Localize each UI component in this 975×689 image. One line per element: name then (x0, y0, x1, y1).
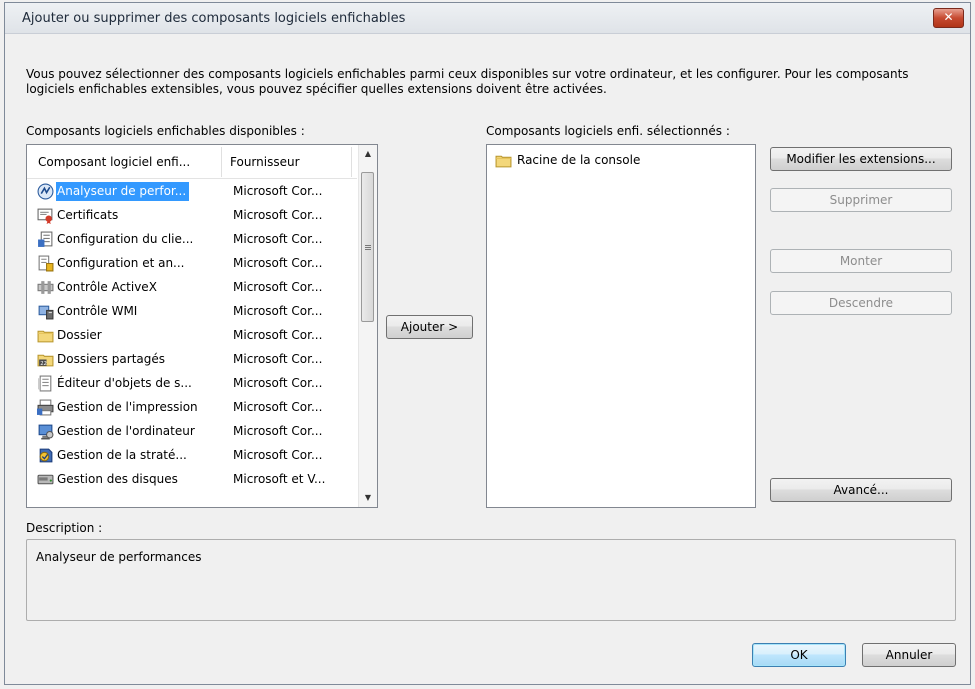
item-name: Configuration du clie... (57, 232, 194, 246)
list-item[interactable]: Contrôle ActiveX Microsoft Cor... (29, 276, 357, 300)
item-name: Certificats (57, 208, 119, 222)
close-icon: ✕ (943, 10, 954, 24)
list-item[interactable]: Configuration et an... Microsoft Cor... (29, 252, 357, 276)
item-name: Gestion de la straté... (57, 448, 187, 462)
add-button[interactable]: Ajouter > (386, 315, 473, 339)
wmi-icon (37, 303, 54, 320)
list-item[interactable]: Configuration du clie... Microsoft Cor... (29, 228, 357, 252)
list-item[interactable]: Éditeur d'objets de s... Microsoft Cor... (29, 372, 357, 396)
item-provider: Microsoft Cor... (233, 280, 323, 294)
list-header: Composant logiciel enfi... Fournisseur (27, 145, 357, 179)
policy-management-icon (37, 447, 54, 464)
item-provider: Microsoft Cor... (233, 400, 323, 414)
client-config-icon (37, 231, 54, 248)
scroll-grip-icon (365, 245, 371, 246)
policy-editor-icon (37, 375, 54, 392)
item-provider: Microsoft Cor... (233, 352, 323, 366)
security-config-icon (37, 255, 54, 272)
edit-extensions-button[interactable]: Modifier les extensions... (770, 147, 952, 171)
move-down-button[interactable]: Descendre (770, 291, 952, 315)
item-provider: Microsoft Cor... (233, 184, 323, 198)
item-name: Gestion de l'ordinateur (57, 424, 195, 438)
list-item[interactable]: Gestion des disques Microsoft et V... (29, 468, 357, 492)
item-provider: Microsoft Cor... (233, 328, 323, 342)
item-provider: Microsoft Cor... (233, 448, 323, 462)
item-name: Gestion des disques (57, 472, 178, 486)
folder-icon (37, 327, 54, 344)
certificates-icon (37, 207, 54, 224)
move-up-button[interactable]: Monter (770, 249, 952, 273)
list-item[interactable]: Certificats Microsoft Cor... (29, 204, 357, 228)
column-header-provider[interactable]: Fournisseur (230, 155, 300, 169)
shared-folders-icon (37, 351, 54, 368)
item-name: Racine de la console (517, 153, 641, 167)
performance-monitor-icon (37, 183, 54, 200)
activex-icon (37, 279, 54, 296)
description-label: Description : (26, 521, 103, 535)
column-divider[interactable] (351, 147, 352, 177)
item-name: Gestion de l'impression (57, 400, 198, 414)
ok-button[interactable]: OK (752, 643, 846, 667)
item-name: Configuration et an... (57, 256, 185, 270)
vertical-scrollbar[interactable]: ▲ ▼ (358, 145, 377, 507)
item-name: Dossiers partagés (57, 352, 166, 366)
item-provider: Microsoft Cor... (233, 208, 323, 222)
item-provider: Microsoft et V... (233, 472, 326, 486)
selected-list-label: Composants logiciels enfi. sélectionnés … (486, 124, 730, 138)
item-name: Contrôle ActiveX (57, 280, 157, 294)
description-text: Analyseur de performances (36, 550, 202, 564)
selected-snapins-list[interactable]: Racine de la console (486, 144, 756, 508)
scroll-down-arrow-icon[interactable]: ▼ (359, 489, 377, 507)
intro-text: Vous pouvez sélectionner des composants … (26, 67, 909, 96)
list-item[interactable]: Dossier Microsoft Cor... (29, 324, 357, 348)
column-divider[interactable] (221, 147, 222, 177)
description-box: Analyseur de performances (26, 539, 956, 621)
available-list-label: Composants logiciels enfichables disponi… (26, 124, 305, 138)
list-item[interactable]: Contrôle WMI Microsoft Cor... (29, 300, 357, 324)
column-header-name[interactable]: Composant logiciel enfi... (38, 155, 190, 169)
list-item[interactable]: Dossiers partagés Microsoft Cor... (29, 348, 357, 372)
scroll-up-arrow-icon[interactable]: ▲ (359, 145, 377, 163)
item-provider: Microsoft Cor... (233, 376, 323, 390)
list-item[interactable]: Gestion de l'impression Microsoft Cor... (29, 396, 357, 420)
remove-button[interactable]: Supprimer (770, 188, 952, 212)
dialog-window: Ajouter ou supprimer des composants logi… (4, 2, 971, 685)
close-button[interactable]: ✕ (933, 8, 964, 28)
available-snapins-list[interactable]: Composant logiciel enfi... Fournisseur A… (26, 144, 378, 508)
scroll-thumb[interactable] (361, 172, 374, 322)
window-title: Ajouter ou supprimer des composants logi… (22, 11, 406, 26)
list-item[interactable]: Gestion de l'ordinateur Microsoft Cor... (29, 420, 357, 444)
list-item[interactable]: Racine de la console (493, 149, 743, 173)
item-name: Contrôle WMI (57, 304, 138, 318)
title-bar: Ajouter ou supprimer des composants logi… (5, 3, 970, 34)
list-item[interactable]: Gestion de la straté... Microsoft Cor... (29, 444, 357, 468)
item-name: Dossier (57, 328, 102, 342)
cancel-button[interactable]: Annuler (862, 643, 956, 667)
list-item[interactable]: Analyseur de perfor... Microsoft Cor... (29, 180, 357, 204)
advanced-button[interactable]: Avancé... (770, 478, 952, 502)
item-provider: Microsoft Cor... (233, 256, 323, 270)
item-provider: Microsoft Cor... (233, 424, 323, 438)
item-name: Analyseur de perfor... (56, 182, 190, 201)
computer-management-icon (37, 423, 54, 440)
folder-icon (495, 152, 512, 169)
item-provider: Microsoft Cor... (233, 232, 323, 246)
disk-icon (37, 471, 54, 488)
printer-icon (37, 399, 54, 416)
item-name: Éditeur d'objets de s... (57, 376, 192, 390)
item-provider: Microsoft Cor... (233, 304, 323, 318)
